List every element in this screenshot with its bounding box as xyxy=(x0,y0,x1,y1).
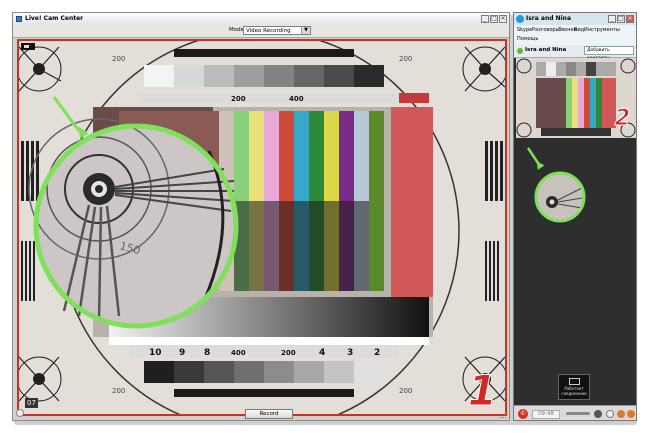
contact-name: Isra and Nina xyxy=(525,47,567,53)
top-gray-steps xyxy=(144,65,384,87)
menu-item-view[interactable]: Вид xyxy=(574,27,584,33)
volume-slider[interactable] xyxy=(566,412,590,415)
annotation-number-2: 2 xyxy=(614,106,630,131)
annotation-number-1: 1 xyxy=(467,366,497,415)
bottom-number-7: 3 xyxy=(347,348,353,358)
call-controls: ✆ 09:48 xyxy=(514,405,636,420)
more-icon[interactable] xyxy=(627,410,635,418)
video-preview: 200 400 200 200 200 200 10 9 8 400 200 4… xyxy=(17,39,507,416)
menu-item-help[interactable]: Помощь xyxy=(517,36,538,42)
call-timer: 09:48 xyxy=(532,410,560,419)
bottom-number-5: 200 xyxy=(281,349,296,357)
video-icon[interactable] xyxy=(606,410,614,418)
share-icon[interactable] xyxy=(617,410,625,418)
bottom-number-4: 400 xyxy=(231,349,246,357)
remote-video: 2 xyxy=(516,58,636,138)
maximize-icon[interactable]: □ xyxy=(490,15,498,23)
app-icon xyxy=(16,16,22,22)
screen-icon xyxy=(568,378,580,385)
mode-select[interactable]: Video Recording ▼ xyxy=(243,26,311,35)
mode-value: Video Recording xyxy=(246,28,291,34)
resize-grip-icon[interactable] xyxy=(499,411,506,418)
menu-item-skype[interactable]: Skype xyxy=(517,27,532,33)
menu-bar: Skype Разговоры Звонки Вид Инструменты П… xyxy=(514,25,636,46)
bottom-number-3: 8 xyxy=(204,348,210,358)
svg-text:200: 200 xyxy=(112,387,125,395)
maximize-icon[interactable]: □ xyxy=(617,15,625,23)
mic-icon[interactable] xyxy=(594,410,602,418)
gear-icon[interactable] xyxy=(16,409,24,417)
live-cam-center-window: Live! Cam Center _ □ × Mode: Video Recor… xyxy=(12,12,510,421)
menu-item-conversations[interactable]: Разговоры xyxy=(532,27,560,33)
minimize-icon[interactable]: _ xyxy=(481,15,489,23)
contact-toolbar: Isra and Nina Добавить контакты xyxy=(514,45,636,61)
label-400-top: 400 xyxy=(289,95,304,103)
hangup-icon[interactable]: ✆ xyxy=(518,409,528,419)
svg-text:200: 200 xyxy=(399,387,412,395)
label-200-top: 200 xyxy=(231,95,246,103)
bottom-number-1: 10 xyxy=(149,348,162,358)
bottom-number-2: 9 xyxy=(179,348,185,358)
window-title: Live! Cam Center xyxy=(25,15,84,22)
bottom-number-6: 4 xyxy=(319,348,325,358)
status-icon xyxy=(517,48,523,54)
timestamp-label: 07 xyxy=(25,398,38,408)
close-icon[interactable]: × xyxy=(626,15,634,23)
minimize-icon[interactable]: _ xyxy=(608,15,616,23)
popup-text: Работает соединение xyxy=(561,386,587,396)
connection-popup: Работает соединение xyxy=(558,374,590,400)
chevron-down-icon[interactable]: ▼ xyxy=(301,27,310,34)
mode-bar: Mode: Video Recording ▼ xyxy=(13,25,509,38)
skype-icon xyxy=(516,15,524,23)
close-icon[interactable]: × xyxy=(499,15,507,23)
window-title: Isra and Nina xyxy=(526,15,572,22)
skype-call-window: Isra and Nina _ □ × Skype Разговоры Звон… xyxy=(513,12,637,421)
svg-text:200: 200 xyxy=(399,55,412,63)
color-columns xyxy=(219,107,433,297)
self-view-area xyxy=(514,140,636,405)
bottom-number-8: 2 xyxy=(374,348,380,358)
test-chart-image: 200 400 200 200 200 200 10 9 8 400 200 4… xyxy=(19,41,505,414)
add-contacts-button[interactable]: Добавить контакты xyxy=(584,46,634,61)
menu-item-tools[interactable]: Инструменты xyxy=(584,27,620,33)
record-button[interactable]: Record xyxy=(245,409,293,419)
svg-text:200: 200 xyxy=(112,55,125,63)
self-view-overlay xyxy=(526,147,586,223)
